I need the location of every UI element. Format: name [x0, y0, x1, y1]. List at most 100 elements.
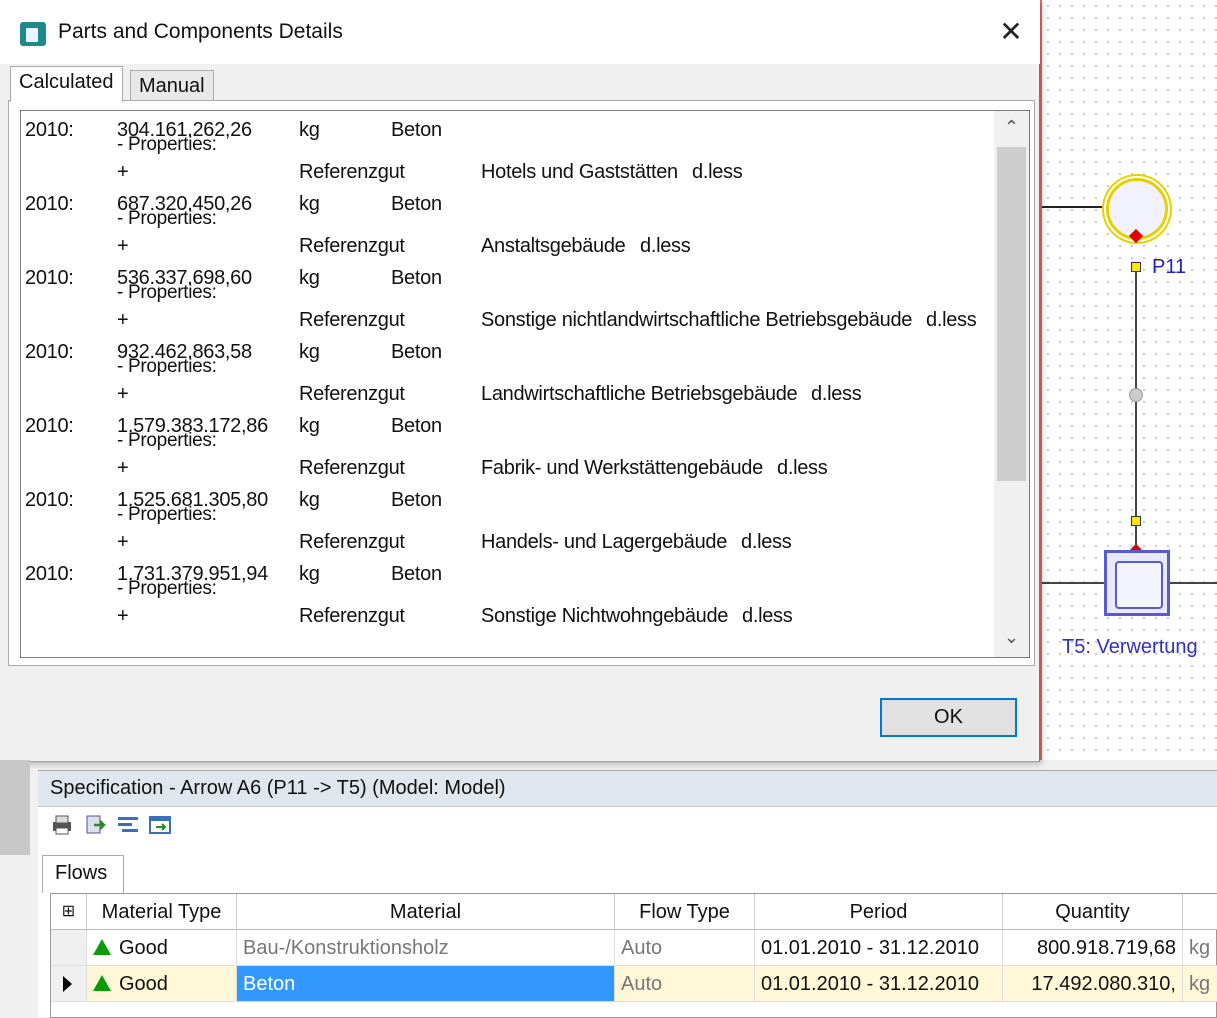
detail-property-name: Referenzgut [299, 531, 405, 553]
detail-expand-icon[interactable]: + [117, 457, 129, 480]
detail-year: 2010: [25, 489, 74, 511]
row-selector-icon[interactable] [51, 966, 87, 1002]
good-icon [93, 975, 111, 991]
tab-calculated[interactable]: Calculated [10, 66, 123, 102]
ok-button[interactable]: OK [880, 698, 1017, 737]
app-icon [20, 22, 46, 46]
detail-property-value: Handels- und Lagergebäude [481, 531, 728, 553]
process-label: P11 [1152, 256, 1187, 278]
incoming-arrow [1042, 206, 1104, 208]
detail-properties-label: - Properties: [117, 578, 217, 599]
detail-expand-icon[interactable]: + [117, 605, 129, 628]
connector-handle[interactable] [1131, 262, 1141, 272]
detail-line: + Referenzgut Hotels und Gaststätten d.less [21, 161, 991, 193]
row-selector[interactable] [51, 930, 87, 966]
cell-period[interactable]: 01.01.2010 - 31.12.2010 [755, 930, 1003, 966]
specification-title: Specification - Arrow A6 (P11 -> T5) (Mo… [50, 777, 506, 799]
cell-unit[interactable]: kg [1183, 930, 1217, 966]
detail-year: 2010: [25, 119, 74, 141]
cell-material[interactable]: Beton [237, 966, 615, 1002]
detail-property-unit: d.less [741, 531, 792, 553]
detail-material: Beton [391, 119, 442, 141]
arrow-midpoint[interactable] [1129, 388, 1143, 402]
cell-flow-type[interactable]: Auto [615, 966, 755, 1002]
cell-flow-type[interactable]: Auto [615, 930, 755, 966]
cell-unit[interactable]: kg [1183, 966, 1217, 1002]
detail-property-name: Referenzgut [299, 457, 405, 479]
detail-material: Beton [391, 415, 442, 437]
detail-property-unit: d.less [777, 457, 828, 479]
detail-year: 2010: [25, 267, 74, 289]
column-header-flow-type[interactable]: Flow Type [615, 894, 755, 930]
detail-unit: kg [299, 563, 320, 585]
detail-expand-icon[interactable]: + [117, 161, 129, 184]
specification-header: Specification - Arrow A6 (P11 -> T5) (Mo… [38, 771, 1217, 807]
detail-property-name: Referenzgut [299, 605, 405, 627]
column-header-unit[interactable] [1183, 894, 1217, 930]
detail-property-name: Referenzgut [299, 235, 405, 257]
layout-icon[interactable] [116, 813, 140, 837]
connector-handle[interactable] [1131, 516, 1141, 526]
scroll-down-icon[interactable]: ⌄ [994, 627, 1029, 648]
detail-expand-icon[interactable]: + [117, 531, 129, 554]
material-type-label: Good [119, 973, 168, 995]
cell-material-type[interactable]: Good [87, 966, 237, 1002]
transfer-node-t5[interactable] [1104, 550, 1170, 616]
cell-material[interactable]: Bau-/Konstruktionsholz [237, 930, 615, 966]
detail-property-unit: d.less [692, 161, 743, 183]
detail-properties-label: - Properties: [117, 356, 217, 377]
detail-property-value: Anstaltsgebäude [481, 235, 626, 257]
cell-quantity[interactable]: 800.918.719,68 [1003, 930, 1183, 966]
detail-property-unit: d.less [926, 309, 977, 331]
table-export-icon[interactable] [148, 813, 172, 837]
detail-property-unit: d.less [640, 235, 691, 257]
horizontal-edge [1042, 582, 1104, 584]
column-header-quantity[interactable]: Quantity [1003, 894, 1183, 930]
arrow-a6[interactable] [1135, 272, 1137, 548]
dialog-titlebar[interactable]: Parts and Components Details ✕ [0, 0, 1040, 64]
detail-property-value: Sonstige nichtlandwirtschaftliche Betrie… [481, 309, 913, 331]
close-icon[interactable]: ✕ [996, 18, 1026, 48]
vertical-scrollbar[interactable]: ⌃ ⌄ [994, 111, 1029, 657]
scroll-up-icon[interactable]: ⌃ [994, 117, 1029, 138]
detail-line: + Referenzgut Anstaltsgebäude d.less [21, 235, 991, 267]
scroll-thumb[interactable] [997, 147, 1026, 481]
cell-period[interactable]: 01.01.2010 - 31.12.2010 [755, 966, 1003, 1002]
detail-property-value: Landwirtschaftliche Betriebsgebäude [481, 383, 798, 405]
detail-year: 2010: [25, 341, 74, 363]
print-icon[interactable] [50, 813, 74, 837]
left-panel-edge [0, 760, 30, 855]
dialog-title: Parts and Components Details [58, 20, 343, 43]
parts-dialog: Parts and Components Details ✕ Calculate… [0, 0, 1040, 762]
detail-line: + Referenzgut Landwirtschaftliche Betriebs… [21, 383, 991, 415]
cell-quantity[interactable]: 17.492.080.310, [1003, 966, 1183, 1002]
detail-unit: kg [299, 119, 320, 141]
detail-material: Beton [391, 341, 442, 363]
detail-property-name: Referenzgut [299, 161, 405, 183]
grid-corner-icon[interactable]: ⊞ [51, 894, 87, 930]
column-header-material-type[interactable]: Material Type [87, 894, 237, 930]
detail-properties-label: - Properties: [117, 208, 217, 229]
detail-year: 2010: [25, 563, 74, 585]
detail-year: 2010: [25, 193, 74, 215]
detail-property-unit: d.less [811, 383, 862, 405]
horizontal-edge [1170, 582, 1217, 584]
detail-expand-icon[interactable]: + [117, 383, 129, 406]
column-header-material[interactable]: Material [237, 894, 615, 930]
column-header-period[interactable]: Period [755, 894, 1003, 930]
detail-line: + Referenzgut Handels- und Lagergebäude d.l… [21, 531, 991, 563]
detail-property-name: Referenzgut [299, 309, 405, 331]
tab-flows[interactable]: Flows [42, 855, 124, 893]
detail-property-value: Sonstige Nichtwohngebäude [481, 605, 729, 627]
transfer-label: T5: Verwertung [1062, 636, 1198, 658]
detail-unit: kg [299, 193, 320, 215]
export-icon[interactable] [84, 813, 108, 837]
detail-expand-icon[interactable]: + [117, 309, 129, 332]
cell-material-type[interactable]: Good [87, 930, 237, 966]
details-textbox[interactable]: ⌃ ⌄ 2010: 304.161.262,26 kg Beton - Properti… [20, 110, 1030, 658]
material-type-label: Good [119, 937, 168, 959]
detail-expand-icon[interactable]: + [117, 235, 129, 258]
detail-property-unit: d.less [742, 605, 793, 627]
detail-unit: kg [299, 341, 320, 363]
tab-manual[interactable]: Manual [130, 70, 214, 102]
